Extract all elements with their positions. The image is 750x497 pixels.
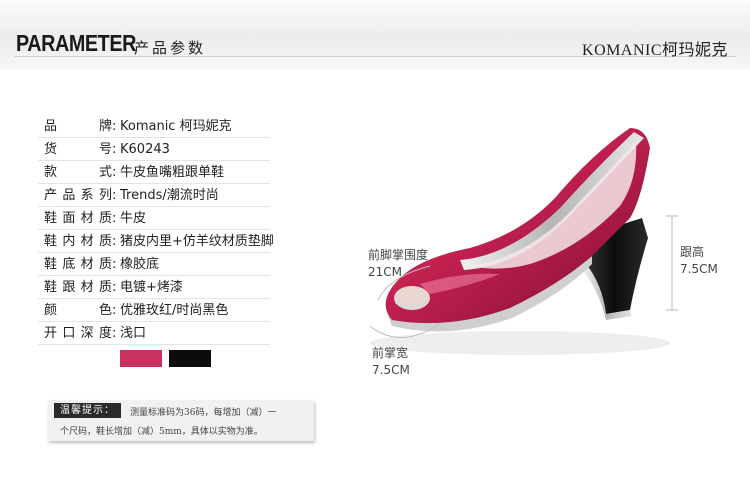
param-value: 橡胶底 (120, 257, 160, 272)
param-row-color: 颜色: 优雅玫红/时尚黑色 (38, 299, 270, 322)
param-row-sole: 鞋底材质: 橡胶底 (38, 253, 270, 276)
param-value: 牛皮鱼嘴粗跟单鞋 (120, 165, 225, 180)
param-row-series: 产品系列: Trends/潮流时尚 (38, 184, 270, 207)
forefoot-width-label: 前掌宽 7.5CM (372, 346, 410, 377)
param-value: Komanic 柯玛妮克 (120, 119, 232, 134)
param-value: K60243 (120, 142, 170, 157)
param-label: 款式 (44, 165, 112, 180)
param-label: 产品系列 (44, 188, 112, 203)
param-label: 开口深度 (44, 326, 112, 341)
param-row-item-no: 货号: K60243 (38, 138, 270, 161)
param-value: 电镀+烤漆 (120, 280, 183, 295)
param-row-style: 款式: 牛皮鱼嘴粗跟单鞋 (38, 161, 270, 184)
color-swatch-rose-red[interactable] (120, 350, 162, 367)
param-label: 鞋内材质 (44, 234, 112, 249)
param-label: 品牌 (44, 119, 112, 134)
shoe-illustration (369, 128, 678, 355)
color-swatch-black[interactable] (169, 350, 211, 367)
param-label: 鞋面材质 (44, 211, 112, 226)
param-label: 颜色 (44, 303, 112, 318)
param-value: 牛皮 (120, 211, 147, 226)
param-row-heel: 鞋跟材质: 电镀+烤漆 (38, 276, 270, 299)
param-row-lining: 鞋内材质: 猪皮内里+仿羊纹材质垫脚 (38, 230, 274, 253)
size-tip-box: 温馨提示： 测量标准码为36码，每增加（减）一 个尺码，鞋长增加（减）5mm，具… (48, 400, 314, 441)
param-value: Trends/潮流时尚 (120, 188, 219, 203)
param-value: 猪皮内里+仿羊纹材质垫脚 (120, 234, 274, 249)
param-row-brand: 品牌: Komanic 柯玛妮克 (38, 115, 270, 138)
param-value: 浅口 (120, 326, 147, 341)
forefoot-circumference-label: 前脚掌围度 21CM (368, 248, 429, 279)
tip-text-line2: 个尺码，鞋长增加（减）5mm，具体以实物为准。 (60, 427, 263, 437)
brand-logo-text: KOMANIC柯玛妮克 (582, 42, 728, 59)
heel-height-label: 跟高 7.5CM (680, 245, 718, 276)
page-title-en: PARAMETER (16, 30, 136, 56)
param-label: 货号 (44, 142, 112, 157)
shoe-shadow (370, 331, 670, 355)
parameter-table: 品牌: Komanic 柯玛妮克 货号: K60243 款式: 牛皮鱼嘴粗跟单鞋… (38, 115, 274, 345)
param-label: 鞋底材质 (44, 257, 112, 272)
tip-label: 温馨提示： (54, 403, 121, 418)
param-row-opening: 开口深度: 浅口 (38, 322, 270, 345)
page-title-cn: 产品参数 (134, 39, 207, 57)
param-label: 鞋跟材质 (44, 280, 112, 295)
param-row-upper: 鞋面材质: 牛皮 (38, 207, 270, 230)
tip-text-line1: 测量标准码为36码，每增加（减）一 (130, 408, 277, 418)
param-value: 优雅玫红/时尚黑色 (120, 303, 229, 318)
